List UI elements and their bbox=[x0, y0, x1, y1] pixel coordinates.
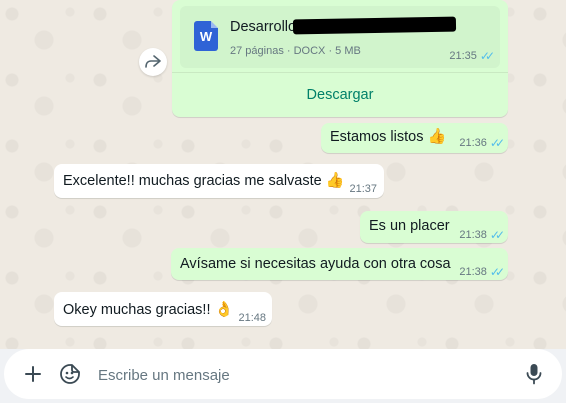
read-ticks-icon: ✓✓ bbox=[479, 49, 495, 63]
word-doc-icon: W bbox=[194, 21, 218, 51]
read-ticks-icon: ✓✓ bbox=[489, 136, 505, 150]
document-file-name: Desarrollo bbox=[230, 19, 297, 35]
message-time: 21:35 bbox=[449, 50, 477, 62]
message-input[interactable] bbox=[96, 349, 512, 401]
message-composer bbox=[0, 349, 566, 403]
document-card[interactable]: W Desarrollo 27 páginas · DOCX · 5 MB 21… bbox=[180, 6, 500, 68]
forward-icon bbox=[145, 55, 161, 68]
sticker-icon bbox=[60, 364, 80, 384]
message-bubble-incoming: Excelente!! muchas gracias me salvaste 👍… bbox=[54, 164, 384, 198]
message-text: Estamos listos 👍 bbox=[330, 127, 447, 145]
message-meta: 21:48 bbox=[238, 312, 266, 324]
plus-icon bbox=[25, 366, 41, 382]
message-meta: 21:38 ✓✓ bbox=[459, 263, 505, 282]
voice-message-button[interactable] bbox=[522, 362, 546, 386]
message-bubble-incoming: Okey muchas gracias!! 👌 21:48 bbox=[54, 292, 272, 326]
document-message-bubble[interactable]: W Desarrollo 27 páginas · DOCX · 5 MB 21… bbox=[172, 0, 508, 117]
message-bubble-outgoing: Avísame si necesitas ayuda con otra cosa… bbox=[171, 248, 508, 280]
message-text: Avísame si necesitas ayuda con otra cosa bbox=[180, 256, 451, 272]
message-text: Excelente!! muchas gracias me salvaste 👍 bbox=[63, 171, 345, 189]
download-button[interactable]: Descargar bbox=[172, 72, 508, 117]
message-bubble-outgoing: Es un placer 21:38 ✓✓ bbox=[360, 211, 508, 243]
redaction-bar bbox=[292, 16, 457, 35]
read-ticks-icon: ✓✓ bbox=[489, 228, 505, 242]
message-meta: 21:36 ✓✓ bbox=[459, 134, 505, 153]
message-meta: 21:38 ✓✓ bbox=[459, 226, 505, 245]
thumbs-up-emoji: 👍 bbox=[325, 171, 345, 189]
document-meta: 27 páginas · DOCX · 5 MB bbox=[230, 45, 361, 57]
microphone-icon bbox=[526, 364, 542, 385]
message-bubble-outgoing: Estamos listos 👍 21:36 ✓✓ bbox=[321, 123, 508, 153]
composer-pill bbox=[4, 349, 562, 401]
read-ticks-icon: ✓✓ bbox=[489, 265, 505, 279]
message-text: Okey muchas gracias!! 👌 bbox=[63, 300, 234, 318]
thumbs-up-emoji: 👍 bbox=[427, 127, 447, 145]
sticker-button[interactable] bbox=[58, 362, 82, 386]
message-text: Es un placer bbox=[369, 218, 450, 234]
message-meta: 21:37 bbox=[349, 183, 377, 195]
forward-button[interactable] bbox=[139, 48, 167, 76]
message-meta: 21:35 ✓✓ bbox=[449, 47, 495, 66]
attach-button[interactable] bbox=[21, 362, 45, 386]
ok-hand-emoji: 👌 bbox=[214, 300, 234, 318]
